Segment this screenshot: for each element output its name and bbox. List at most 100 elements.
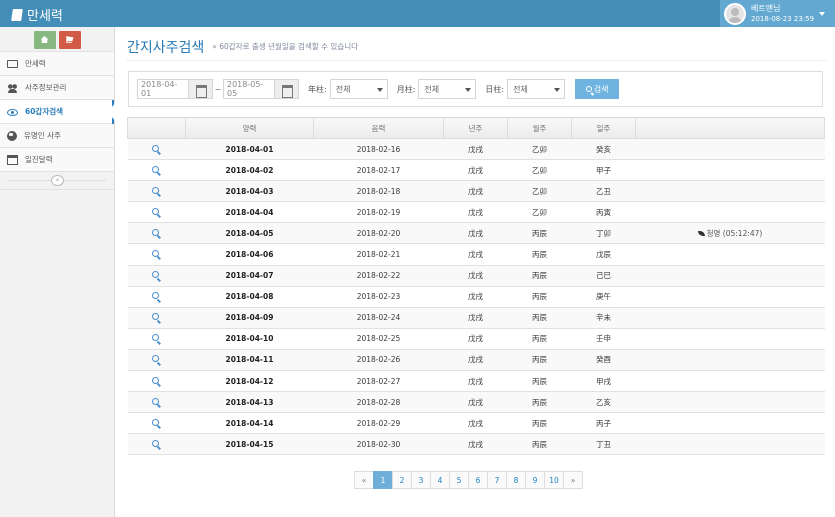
month-pillar-cell: 丙辰: [507, 433, 572, 456]
eye-icon: [7, 108, 18, 116]
month-pillar-cell: 丙辰: [507, 306, 572, 329]
view-row-button[interactable]: [127, 370, 186, 393]
sidebar-item-saju-info[interactable]: 사주정보관리: [0, 76, 114, 100]
solar-date-cell: 2018-04-02: [185, 159, 314, 182]
page-header: 간지사주검색 » 60갑자로 출생 년월일을 검색할 수 있습니다: [127, 33, 827, 61]
pagination-next-button[interactable]: »: [563, 471, 583, 489]
sidebar: 만세력 사주정보관리 60갑자검색 유명인 사주 일진달력 «: [0, 27, 115, 517]
start-date-calendar-button[interactable]: [189, 79, 213, 99]
start-date-input[interactable]: 2018-04-01: [137, 79, 189, 99]
solar-term-cell: [635, 433, 825, 456]
column-header-day-pillar: 일주: [571, 117, 636, 139]
pagination-page-7[interactable]: 7: [487, 471, 507, 489]
search-icon: [152, 207, 159, 215]
view-row-button[interactable]: [127, 264, 186, 287]
view-row-button[interactable]: [127, 285, 186, 308]
pagination-page-2[interactable]: 2: [392, 471, 412, 489]
user-datetime: 2018-08-23 23:59: [751, 14, 815, 23]
monitor-icon: [7, 59, 18, 68]
pagination-page-5[interactable]: 5: [449, 471, 469, 489]
column-header-note: [635, 117, 825, 139]
pagination-page-10[interactable]: 10: [544, 471, 564, 489]
view-row-button[interactable]: [127, 327, 186, 350]
pagination-page-6[interactable]: 6: [468, 471, 488, 489]
table-row: 2018-04-13 2018-02-28 戊戌 丙辰 乙亥: [127, 391, 825, 414]
end-date-calendar-button[interactable]: [275, 79, 299, 99]
view-row-button[interactable]: [127, 222, 186, 245]
day-pillar-cell: 丁卯: [571, 222, 636, 245]
table-row: 2018-04-12 2018-02-27 戊戌 丙辰 甲戌: [127, 370, 825, 393]
sidebar-collapse-button[interactable]: «: [51, 175, 64, 186]
column-header-lunar: 음력: [313, 117, 444, 139]
lunar-date-cell: 2018-02-16: [313, 137, 444, 161]
table-row: 2018-04-15 2018-02-30 戊戌 丙辰 丁丑: [127, 433, 825, 456]
solar-term-cell: [635, 306, 825, 329]
search-icon: [152, 292, 159, 300]
search-icon: [152, 355, 159, 363]
results-table: 양력 음력 년주 월주 일주 2018-04-01 2018-02-16 戊戌 乙卯癸…: [127, 117, 825, 456]
caret-down-icon: [819, 12, 825, 16]
solar-date-cell: 2018-04-07: [185, 264, 314, 287]
view-row-button[interactable]: [127, 201, 186, 224]
year-pillar-cell: 戊戌: [443, 306, 508, 329]
results-table-wrap: 양력 음력 년주 월주 일주 2018-04-01 2018-02-16 戊戌 乙卯癸…: [127, 117, 825, 456]
year-pillar-cell: 戊戌: [443, 433, 508, 456]
solar-date-cell: 2018-04-14: [185, 412, 314, 435]
column-header-view: [127, 117, 186, 139]
solar-date-cell: 2018-04-05: [185, 222, 314, 245]
view-row-button[interactable]: [127, 391, 186, 414]
month-pillar-cell: 丙辰: [507, 222, 572, 245]
lunar-date-cell: 2018-02-19: [313, 201, 444, 224]
view-row-button[interactable]: [127, 243, 186, 266]
pagination-page-1[interactable]: 1: [373, 471, 393, 489]
month-pillar-select[interactable]: 전체: [418, 79, 477, 99]
view-row-button[interactable]: [127, 180, 186, 203]
year-pillar-cell: 戊戌: [443, 285, 508, 308]
day-pillar-cell: 丁丑: [571, 433, 636, 456]
view-row-button[interactable]: [127, 412, 186, 435]
home-shortcut-button[interactable]: [33, 31, 56, 49]
month-pillar-cell: 乙卯: [507, 180, 572, 203]
day-pillar-cell: 丙寅: [571, 201, 636, 224]
year-pillar-label: 年柱:: [308, 84, 327, 94]
end-date-input[interactable]: 2018-05-05: [223, 79, 275, 99]
day-pillar-select[interactable]: 전체: [507, 79, 566, 99]
search-icon: [152, 439, 159, 447]
view-row-button[interactable]: [127, 433, 186, 456]
pagination-page-3[interactable]: 3: [411, 471, 431, 489]
search-icon: [152, 313, 159, 321]
sidebar-item-60gapja-search[interactable]: 60갑자검색: [0, 100, 115, 124]
pagination-prev-button[interactable]: «: [354, 471, 374, 489]
sidebar-item-manseryeok[interactable]: 만세력: [0, 52, 114, 76]
year-pillar-select[interactable]: 전체: [329, 79, 388, 99]
sidebar-item-iljin-calendar[interactable]: 일진달력: [0, 148, 114, 172]
view-row-button[interactable]: [127, 159, 186, 182]
solar-date-cell: 2018-04-09: [185, 306, 314, 329]
day-pillar-cell: 辛未: [571, 306, 636, 329]
month-pillar-cell: 丙辰: [507, 285, 572, 308]
column-header-year-pillar: 년주: [443, 117, 508, 139]
pagination-page-4[interactable]: 4: [430, 471, 450, 489]
pagination-page-9[interactable]: 9: [525, 471, 545, 489]
search-icon: [585, 86, 592, 92]
month-pillar-cell: 丙辰: [507, 370, 572, 393]
table-row: 2018-04-03 2018-02-18 戊戌 乙卯 乙丑: [127, 180, 825, 203]
search-button[interactable]: 검색: [575, 79, 620, 99]
brand[interactable]: 만세력: [11, 5, 63, 24]
view-row-button[interactable]: [127, 137, 186, 161]
cart-icon: [65, 36, 74, 43]
solar-date-cell: 2018-04-03: [185, 180, 314, 203]
sidebar-item-famous-saju[interactable]: 유명인 사주: [0, 124, 114, 148]
cart-shortcut-button[interactable]: [58, 31, 81, 49]
month-pillar-cell: 丙辰: [507, 348, 572, 372]
user-menu[interactable]: 베트맨님 2018-08-23 23:59: [720, 0, 835, 27]
view-row-button[interactable]: [127, 348, 186, 372]
lunar-date-cell: 2018-02-18: [313, 180, 444, 203]
pagination-page-8[interactable]: 8: [506, 471, 526, 489]
solar-term-cell: [635, 370, 825, 393]
solar-term-cell: 청명 (05:12:47): [635, 222, 825, 245]
search-icon: [152, 186, 159, 194]
table-row: 2018-04-10 2018-02-25 戊戌 丙辰 壬申: [127, 327, 825, 350]
year-pillar-cell: 戊戌: [443, 222, 508, 245]
view-row-button[interactable]: [127, 306, 186, 329]
